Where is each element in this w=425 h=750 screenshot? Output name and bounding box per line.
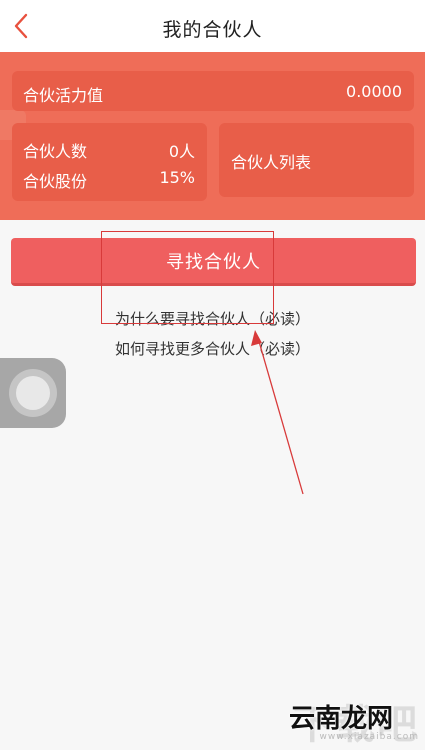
partner-list-label: 合伙人列表	[231, 153, 312, 172]
watermark-url: www.xiazaiba.com	[319, 732, 419, 742]
watermark: 下载吧 云南龙网 www.xiazaiba.com	[289, 692, 419, 748]
assistive-touch-button[interactable]	[0, 358, 66, 428]
vitality-card: 合伙活力值 0.0000	[12, 71, 414, 111]
share-value: 15%	[159, 168, 195, 187]
find-partner-button[interactable]: 寻找合伙人	[11, 238, 416, 286]
partner-summary-panel: 合伙活力值 0.0000 合伙人数 0人 合伙股份 15% 合伙人列表	[0, 52, 425, 220]
why-find-partner-link[interactable]: 为什么要寻找合伙人（必读）	[0, 308, 425, 329]
vitality-label: 合伙活力值	[23, 86, 104, 105]
vitality-value: 0.0000	[346, 82, 402, 101]
page-title: 我的合伙人	[162, 19, 263, 41]
partner-stats-card: 合伙人数 0人 合伙股份 15%	[12, 123, 207, 201]
share-label: 合伙股份	[23, 172, 88, 191]
partner-count-value: 0人	[168, 142, 195, 161]
partner-count-label: 合伙人数	[23, 142, 88, 161]
assistive-ring-inner	[16, 376, 50, 410]
partner-list-button[interactable]: 合伙人列表	[219, 123, 414, 197]
how-find-more-partners-link[interactable]: 如何寻找更多合伙人（必读）	[0, 338, 425, 359]
top-bar: 我的合伙人	[0, 0, 425, 53]
watermark-main-text: 云南龙网	[289, 704, 394, 734]
share-row: 合伙股份 15%	[23, 168, 195, 191]
partner-count-row: 合伙人数 0人	[23, 138, 195, 161]
